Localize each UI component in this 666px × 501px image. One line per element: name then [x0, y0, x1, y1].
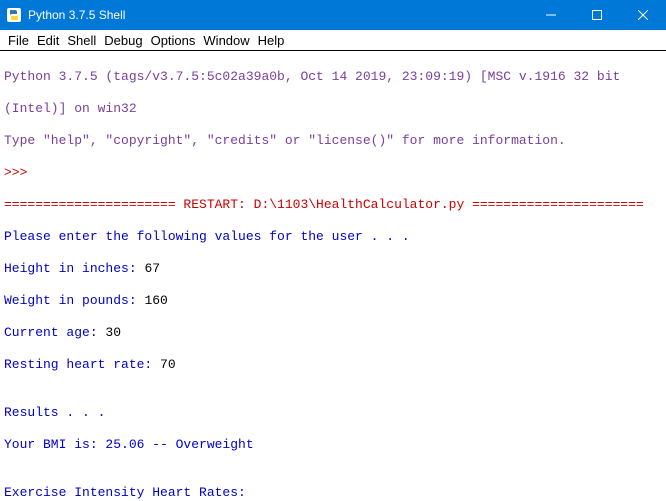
minimize-button[interactable] [528, 0, 574, 30]
titlebar[interactable]: Python 3.7.5 Shell [0, 0, 666, 30]
results-header: Results . . . [4, 405, 662, 421]
restart-banner: ====================== RESTART: D:\1103\… [4, 197, 662, 213]
height-line: Height in inches: 67 [4, 261, 662, 277]
menubar: File Edit Shell Debug Options Window Hel… [0, 30, 666, 51]
python-help-line: Type "help", "copyright", "credits" or "… [4, 133, 662, 149]
python-idle-icon [6, 7, 22, 23]
menu-window[interactable]: Window [199, 33, 253, 48]
prompt-user-line: Please enter the following values for th… [4, 229, 662, 245]
menu-shell[interactable]: Shell [63, 33, 100, 48]
window-title: Python 3.7.5 Shell [28, 8, 125, 22]
age-line: Current age: 30 [4, 325, 662, 341]
weight-line: Weight in pounds: 160 [4, 293, 662, 309]
python-version-line2: (Intel)] on win32 [4, 101, 662, 117]
prompt: >>> [4, 165, 662, 181]
rhr-line: Resting heart rate: 70 [4, 357, 662, 373]
window-controls [528, 0, 666, 30]
menu-debug[interactable]: Debug [100, 33, 146, 48]
console-area[interactable]: Python 3.7.5 (tags/v3.7.5:5c02a39a0b, Oc… [0, 51, 666, 501]
close-button[interactable] [620, 0, 666, 30]
python-version-line1: Python 3.7.5 (tags/v3.7.5:5c02a39a0b, Oc… [4, 69, 662, 85]
maximize-button[interactable] [574, 0, 620, 30]
menu-file[interactable]: File [4, 33, 33, 48]
menu-help[interactable]: Help [254, 33, 289, 48]
bmi-line: Your BMI is: 25.06 -- Overweight [4, 437, 662, 453]
menu-options[interactable]: Options [147, 33, 200, 48]
exercise-header: Exercise Intensity Heart Rates: [4, 485, 662, 501]
menu-edit[interactable]: Edit [33, 33, 63, 48]
